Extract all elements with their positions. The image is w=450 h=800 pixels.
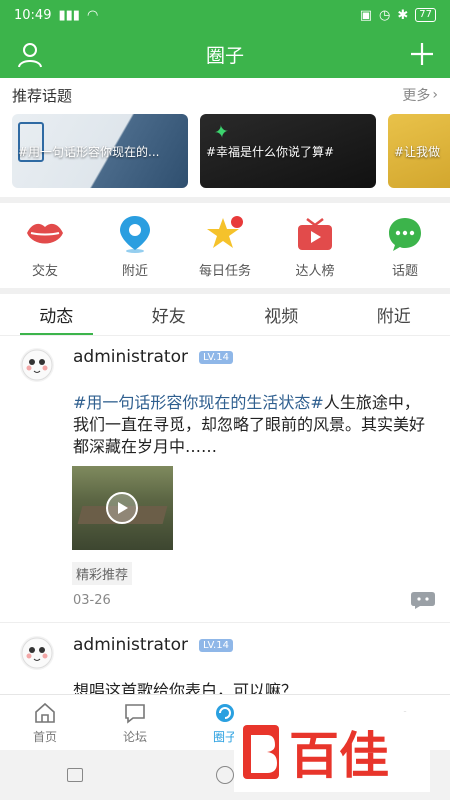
topic-card[interactable]: #用一句话形容你现在的... [12, 114, 188, 188]
forum-icon [125, 703, 145, 724]
quick-item-label: 每日任务 [198, 264, 251, 279]
play-icon [106, 492, 138, 524]
home-button-icon[interactable] [215, 766, 234, 784]
quick-item-label: 附近 [121, 264, 148, 279]
star-icon [205, 214, 245, 254]
chevron-right-icon: › [432, 87, 438, 103]
section-title: 推荐话题 [12, 86, 73, 105]
user-icon[interactable] [16, 41, 44, 69]
location-pin-icon [115, 214, 155, 254]
comment-icon[interactable] [410, 590, 436, 610]
watermark-text: 百佳 [289, 727, 389, 785]
post: administrator LV.14 #用一句话形容你现在的生活状态#人生旅途… [0, 336, 450, 622]
post-separator [0, 622, 450, 623]
card-illustration: ✦ [212, 121, 231, 144]
tab-videos[interactable]: 视频 [225, 294, 338, 335]
quick-item-topics[interactable]: 话题 [365, 206, 445, 286]
more-label: 更多 [402, 88, 431, 104]
alarm-icon: ◷ [379, 7, 391, 23]
level-badge: LV.14 [199, 639, 233, 652]
username[interactable]: administrator [73, 347, 188, 367]
avatar[interactable] [20, 636, 54, 670]
topic-carousel[interactable]: #用一句话形容你现在的... ✦ #幸福是什么你说了算# #让我做 [12, 114, 450, 188]
nav-forum[interactable]: 论坛 [90, 695, 180, 750]
nav-home[interactable]: 首页 [0, 695, 90, 750]
quick-actions: 交友 附近 每日任务 达人榜 话题 [0, 206, 450, 286]
nfc-icon: ▣ [359, 7, 373, 23]
signal-icon: ▮▮▮ [58, 7, 80, 23]
quick-item-label: 达人榜 [295, 264, 335, 279]
lips-icon [25, 214, 65, 254]
quick-item-label: 交友 [31, 264, 58, 279]
avatar[interactable] [20, 348, 54, 382]
topic-tag[interactable]: #用一句话形容你现在的生活状态# [73, 393, 324, 412]
recent-apps-icon[interactable] [66, 768, 83, 782]
recommend-chip: 精彩推荐 [72, 562, 133, 585]
quick-item-friends[interactable]: 交友 [5, 206, 85, 286]
post-date: 03-26 [73, 593, 111, 608]
app-bar: 圈子 [0, 30, 450, 78]
add-icon[interactable] [408, 40, 436, 68]
chat-bubble-icon [385, 214, 425, 254]
level-badge: LV.14 [199, 351, 233, 364]
username[interactable]: administrator [73, 635, 188, 655]
topic-card-label: #用一句话形容你现在的... [18, 145, 160, 159]
watermark-logo: 百佳 [234, 712, 430, 792]
topic-card-label: #幸福是什么你说了算# [206, 145, 335, 159]
status-bar: 10:49 ▮▮▮ ◠ ▣ ◷ ✱ 77 [0, 0, 450, 30]
tab-friends[interactable]: 好友 [113, 294, 226, 335]
nav-label: 首页 [32, 729, 57, 744]
page-title: 圈子 [205, 44, 244, 67]
recommended-topics-header: 推荐话题 更多 › [0, 80, 450, 110]
nav-label: 论坛 [122, 729, 147, 744]
bluetooth-icon: ✱ [397, 7, 409, 23]
topic-card[interactable]: ✦ #幸福是什么你说了算# [200, 114, 376, 188]
more-link[interactable]: 更多 › [402, 85, 438, 105]
tab-feed[interactable]: 动态 [0, 294, 113, 335]
wifi-icon: ◠ [86, 7, 99, 23]
home-icon [35, 702, 55, 723]
topic-card-label: #让我做 [394, 145, 441, 159]
quick-item-daily-tasks[interactable]: 每日任务 [185, 206, 265, 286]
quick-item-label: 话题 [391, 264, 418, 279]
video-thumbnail[interactable] [72, 466, 173, 550]
feed-tabs: 动态 好友 视频 附近 [0, 294, 450, 336]
divider [0, 197, 450, 203]
post-text[interactable]: 想唱这首歌给你表白，可以嘛？ [73, 680, 435, 694]
clock: 10:49 [14, 7, 52, 23]
battery-indicator: 77 [415, 8, 436, 22]
post-text[interactable]: #用一句话形容你现在的生活状态#人生旅途中，我们一直在寻觅，却忽略了眼前的风景。… [73, 392, 435, 458]
quick-item-leaderboard[interactable]: 达人榜 [275, 206, 355, 286]
tv-icon [295, 214, 335, 254]
quick-item-nearby[interactable]: 附近 [95, 206, 175, 286]
topic-card[interactable]: #让我做 [388, 114, 450, 188]
post: administrator LV.14 想唱这首歌给你表白，可以嘛？ [0, 624, 450, 694]
tab-nearby[interactable]: 附近 [338, 294, 450, 335]
